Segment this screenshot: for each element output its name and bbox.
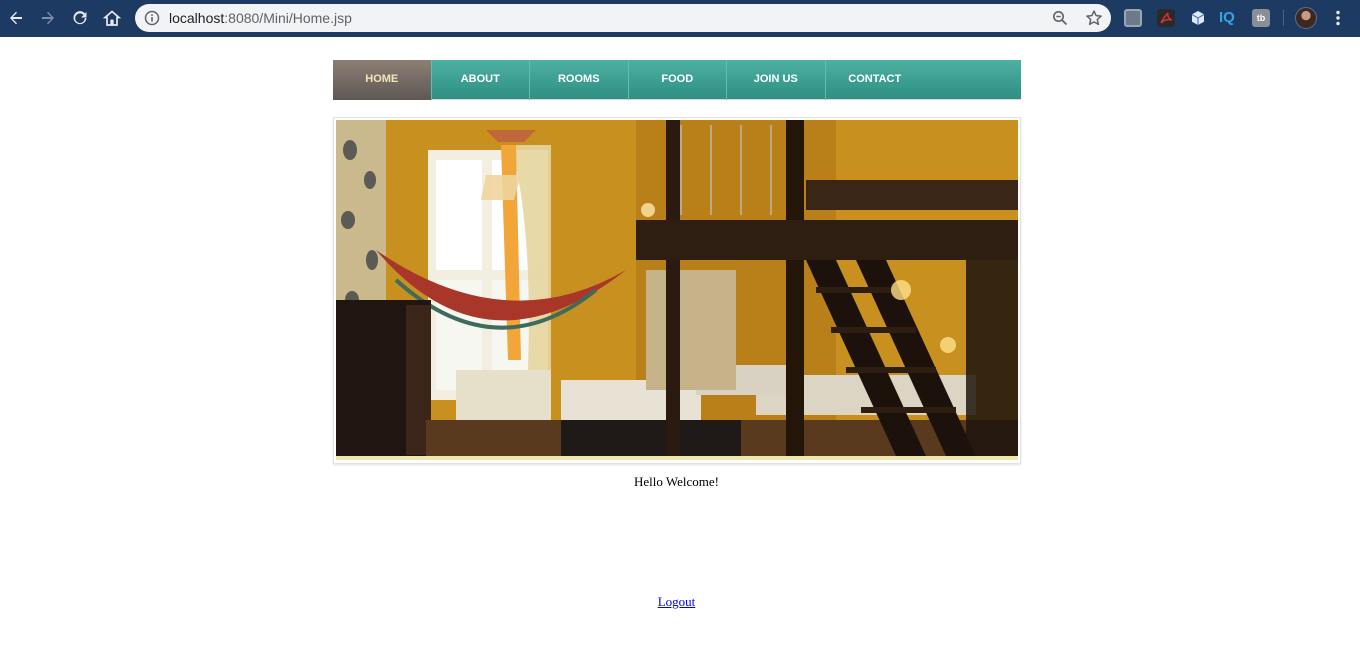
forward-icon[interactable] bbox=[35, 6, 61, 30]
extension-icon[interactable] bbox=[1124, 9, 1142, 27]
nav-item-food[interactable]: FOOD bbox=[629, 60, 727, 100]
zoom-icon[interactable] bbox=[1052, 10, 1068, 31]
home-icon[interactable] bbox=[99, 6, 125, 30]
back-icon[interactable] bbox=[3, 6, 29, 30]
menu-icon[interactable] bbox=[1330, 9, 1346, 27]
hero-caption-strip bbox=[336, 456, 1018, 460]
welcome-text: Hello Welcome! bbox=[634, 474, 719, 489]
hero-image-frame bbox=[333, 117, 1021, 464]
reload-icon[interactable] bbox=[67, 6, 93, 30]
info-icon[interactable] bbox=[144, 10, 160, 31]
nav-item-contact[interactable]: CONTACT bbox=[826, 60, 925, 100]
tb-extension-icon[interactable]: tb bbox=[1252, 9, 1270, 27]
profile-avatar[interactable] bbox=[1295, 7, 1317, 29]
logout-link[interactable]: Logout bbox=[658, 594, 696, 609]
url-host: localhost bbox=[169, 10, 225, 26]
nav-item-rooms[interactable]: ROOMS bbox=[530, 60, 629, 100]
pdf-extension-icon[interactable] bbox=[1157, 9, 1175, 27]
url-path: :8080/Mini/Home.jsp bbox=[224, 10, 352, 26]
hostel-room-photo bbox=[336, 120, 1018, 456]
logout-container: Logout bbox=[0, 594, 1353, 610]
cube-extension-icon[interactable] bbox=[1189, 9, 1207, 27]
nav-item-join-us[interactable]: JOIN US bbox=[727, 60, 826, 100]
star-icon[interactable] bbox=[1085, 9, 1103, 32]
nav-item-home[interactable]: HOME bbox=[333, 60, 432, 100]
browser-toolbar: localhost:8080/Mini/Home.jsp IQ tb bbox=[0, 0, 1360, 37]
address-bar[interactable]: localhost:8080/Mini/Home.jsp bbox=[135, 4, 1111, 32]
nav-item-about[interactable]: ABOUT bbox=[432, 60, 530, 100]
main-navigation: HOME ABOUT ROOMS FOOD JOIN US CONTACT bbox=[333, 60, 1021, 100]
iq-extension-icon[interactable]: IQ bbox=[1219, 9, 1241, 27]
url-text[interactable]: localhost:8080/Mini/Home.jsp bbox=[169, 4, 352, 32]
toolbar-divider bbox=[1283, 10, 1284, 26]
